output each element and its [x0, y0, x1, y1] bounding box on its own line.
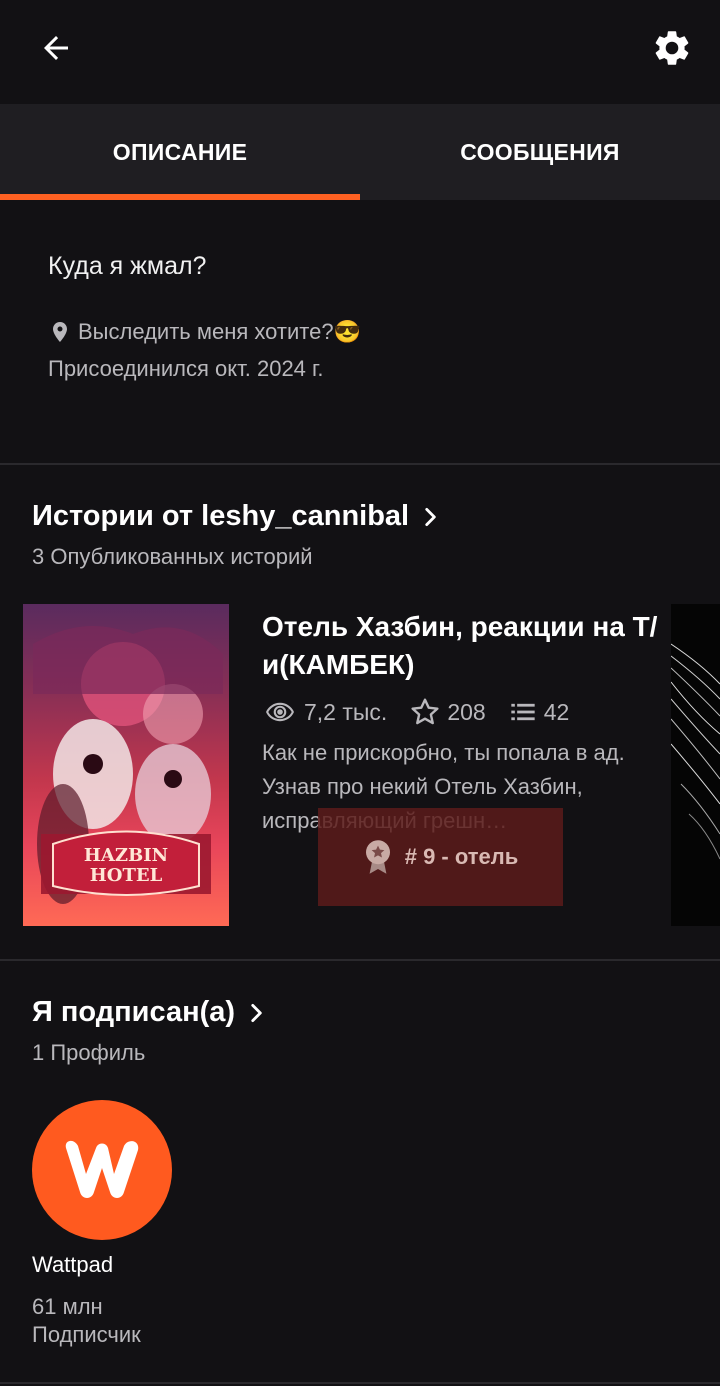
- profile-name[interactable]: Wattpad: [32, 1252, 113, 1278]
- settings-button[interactable]: [642, 18, 702, 78]
- divider: [0, 1382, 720, 1384]
- arrow-left-icon: [44, 36, 68, 60]
- profile-tabs: ОПИСАНИЕ СООБЩЕНИЯ: [0, 104, 720, 200]
- profile-location: Выследить меня хотите?😎: [48, 318, 361, 346]
- medal-icon: [365, 840, 390, 874]
- next-story-cover[interactable]: [671, 604, 720, 926]
- profile-followers-count: 61 млн: [32, 1294, 103, 1319]
- profile-followers-label: Подписчик: [32, 1322, 141, 1347]
- joined-date: Присоединился окт. 2024 г.: [48, 356, 324, 381]
- reads-stat: 7,2 тыс.: [262, 698, 387, 726]
- parts-stat: 42: [508, 698, 570, 726]
- story-stats: 7,2 тыс. 208 42: [262, 692, 591, 732]
- profile-description: Куда я жмал?: [48, 252, 207, 280]
- list-icon: [511, 703, 535, 721]
- about-section: Куда я жмал? Выследить меня хотите?😎 При…: [0, 200, 720, 464]
- stories-count: 3 Опубликованных историй: [32, 544, 313, 569]
- star-icon: [411, 698, 439, 725]
- location-text: Выследить меня хотите?😎: [78, 319, 361, 344]
- stories-title: Истории от leshy_cannibal: [32, 500, 410, 532]
- cover-title-text: HAZBIN HOTEL: [83, 845, 169, 886]
- location-pin-icon: [53, 322, 67, 342]
- following-count: 1 Профиль: [32, 1040, 146, 1065]
- story-cover[interactable]: HAZBIN HOTEL: [23, 604, 229, 926]
- divider: [0, 959, 720, 961]
- tab-messages[interactable]: СООБЩЕНИЯ: [360, 104, 720, 200]
- eye-icon: [266, 702, 294, 722]
- gear-icon: [655, 31, 689, 65]
- next-cover-art: [671, 643, 720, 860]
- parts-count: 42: [543, 698, 570, 725]
- top-bar: [0, 0, 720, 104]
- chevron-right-icon: [425, 507, 436, 526]
- following-header-link[interactable]: Я подписан(а): [32, 996, 269, 1029]
- reads-count: 7,2 тыс.: [304, 698, 388, 725]
- chevron-right-icon: [251, 1003, 262, 1022]
- tab-description[interactable]: ОПИСАНИЕ: [0, 104, 360, 200]
- wattpad-logo-icon: [65, 1140, 139, 1198]
- votes-count: 208: [447, 698, 486, 725]
- votes-stat: 208: [409, 696, 486, 728]
- following-title: Я подписан(а): [32, 996, 236, 1028]
- back-button[interactable]: [26, 18, 86, 78]
- divider: [0, 463, 720, 465]
- story-title[interactable]: Отель Хазбин, реакции на Т/и(КАМБЕК): [262, 608, 662, 684]
- stories-header-link[interactable]: Истории от leshy_cannibal: [32, 500, 443, 533]
- profile-avatar[interactable]: [32, 1100, 172, 1240]
- rank-text: # 9 - отель: [404, 844, 519, 869]
- rank-badge[interactable]: # 9 - отель: [318, 808, 563, 906]
